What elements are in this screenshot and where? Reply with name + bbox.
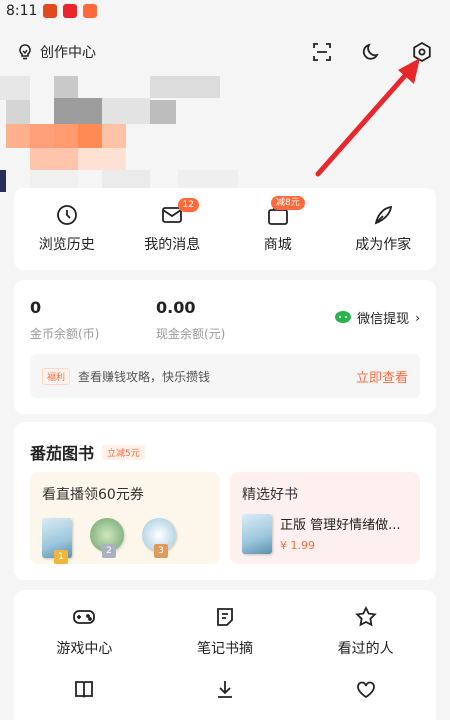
quick-label: 我的消息 [144,237,201,253]
notes-button[interactable]: 笔记书摘 [155,606,296,658]
my-messages-button[interactable]: 12 我的消息 [120,188,226,270]
message-count-badge: 12 [177,198,199,212]
status-app-icon-2 [63,4,78,18]
book-cover-rank-2[interactable]: 2 [90,518,124,558]
books-card: 番茄图书 立减5元 看直播领60元券 1 2 3 精选好书 正版 管理好情绪做.… [14,422,436,580]
clock-icon [56,205,77,225]
status-bar: 8:11 [0,0,450,22]
coin-balance-label: 金币余额(币) [30,327,100,341]
wechat-icon [335,310,352,323]
quick-label: 商城 [263,237,292,253]
become-writer-button[interactable]: 成为作家 [331,188,437,270]
featured-title: 精选好书 [242,487,298,503]
cash-balance-value: 0.00 [156,298,196,317]
featured-book-cover [242,514,272,554]
rank-badge: 3 [154,544,168,558]
welfare-banner[interactable]: 福利 查看赚钱攻略，快乐攒钱 立即查看 [30,354,420,398]
quick-label: 成为作家 [355,237,412,253]
coin-balance[interactable]: 0 金币余额(币) [30,298,99,342]
cash-balance[interactable]: 0.00 现金余额(元) [156,298,225,342]
creator-center-label: 创作中心 [40,45,96,61]
grid-label: 笔记书摘 [196,641,253,657]
heart-icon [356,681,375,699]
downloads-button[interactable] [155,678,296,700]
live-coupon-title: 看直播领60元券 [42,487,144,503]
book-icon [75,681,94,698]
live-coupon-box[interactable]: 看直播领60元券 1 2 3 [30,472,220,564]
game-center-button[interactable]: 游戏中心 [14,606,155,658]
browse-history-button[interactable]: 浏览历史 [14,188,120,270]
annotation-arrow [315,58,420,177]
quick-actions-card: 浏览历史 12 我的消息 减8元 商城 成为作家 [14,188,436,270]
liked-comments-button[interactable] [295,678,436,700]
gamepad-icon [73,610,96,624]
note-icon [217,608,233,626]
wechat-withdraw-label: 微信提现 [357,312,410,327]
bulb-icon [19,44,31,60]
visitors-button[interactable]: 看过的人 [295,606,436,658]
cash-balance-label: 现金余额(元) [156,327,226,341]
status-app-icon-3 [83,4,98,18]
welfare-tag: 福利 [42,367,71,385]
quill-icon [375,205,393,225]
book-cover-rank-3[interactable]: 3 [142,518,176,558]
rank-badge: 1 [54,550,68,564]
featured-book-title: 正版 管理好情绪做... [280,518,401,533]
star-icon [354,606,377,627]
book-cover-rank-1[interactable]: 1 [42,518,72,564]
status-time: 8:11 [6,3,38,19]
grid-label: 游戏中心 [56,641,113,657]
books-promo-tag: 立减5元 [102,444,145,460]
coin-balance-value: 0 [30,298,42,317]
shop-discount-badge: 减8元 [271,196,305,210]
chevron-right-icon: › [415,310,420,325]
featured-book-price: ¥ 1.99 [280,539,315,552]
tools-card: 游戏中心 笔记书摘 看过的人 [14,590,436,720]
grid-label: 看过的人 [337,641,394,657]
wechat-withdraw-button[interactable]: 微信提现 › [335,308,420,327]
shop-button[interactable]: 减8元 商城 [225,188,331,270]
quick-label: 浏览历史 [38,237,95,253]
creator-center-button[interactable]: 创作中心 [16,42,96,62]
status-app-icon-1 [43,4,58,18]
welfare-link[interactable]: 立即查看 [356,367,408,386]
wallet-card: 0 金币余额(币) 0.00 现金余额(元) 微信提现 › 福利 查看赚钱攻略，… [14,280,436,414]
featured-books-box[interactable]: 精选好书 正版 管理好情绪做... ¥ 1.99 [230,472,420,564]
welfare-text: 查看赚钱攻略，快乐攒钱 [78,369,211,384]
reading-pref-button[interactable] [14,678,155,700]
rank-badge: 2 [102,544,116,558]
books-title: 番茄图书 [30,444,95,463]
download-icon [217,681,232,698]
